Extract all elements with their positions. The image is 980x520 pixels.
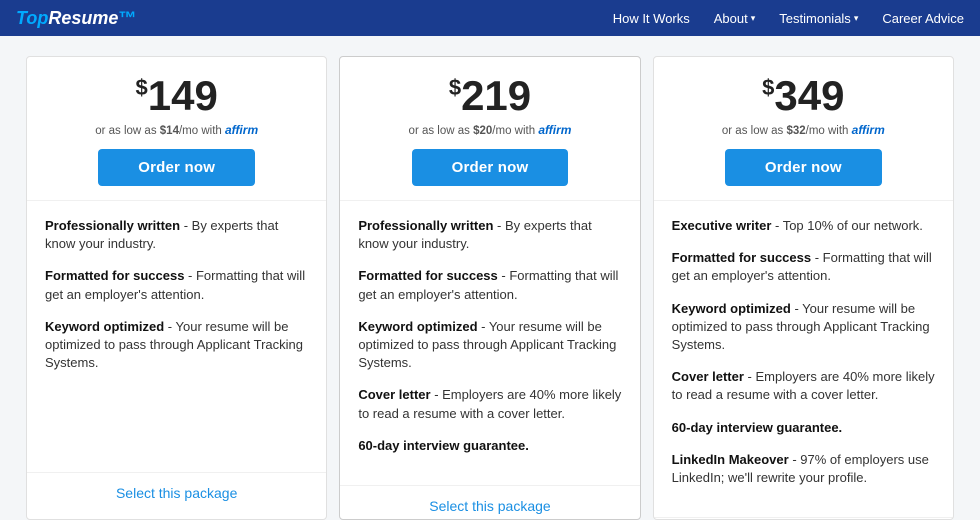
nav-how-it-works-label: How It Works bbox=[613, 11, 690, 26]
nav-about[interactable]: About ▾ bbox=[714, 11, 756, 26]
nav-career-advice-label: Career Advice bbox=[882, 11, 964, 26]
pricing-card-0: $149 or as low as $14/mo with affirm Order… bbox=[26, 56, 327, 520]
feature-item-2-3: Cover letter - Employers are 40% more li… bbox=[672, 368, 935, 404]
brand-logo[interactable]: TopResume™ bbox=[16, 8, 136, 29]
card-features-0: Professionally written - By experts that… bbox=[27, 201, 326, 472]
card-features-1: Professionally written - By experts that… bbox=[340, 201, 639, 485]
chevron-down-icon: ▾ bbox=[751, 13, 756, 24]
card-header-2: $349 or as low as $32/mo with affirm Order… bbox=[654, 57, 953, 201]
nav-how-it-works[interactable]: How It Works bbox=[613, 11, 690, 26]
chevron-down-icon: ▾ bbox=[854, 13, 859, 24]
price-1: $219 bbox=[360, 75, 619, 117]
feature-item-1-1: Formatted for success - Formatting that … bbox=[358, 267, 621, 303]
affirm-line-2: or as low as $32/mo with affirm bbox=[674, 123, 933, 137]
pricing-card-2: $349 or as low as $32/mo with affirm Order… bbox=[653, 56, 954, 520]
nav-testimonials-label: Testimonials bbox=[779, 11, 851, 26]
pricing-card-1: $219 or as low as $20/mo with affirm Order… bbox=[339, 56, 640, 520]
nav-about-label: About bbox=[714, 11, 748, 26]
price-0: $149 bbox=[47, 75, 306, 117]
card-footer-1: Select this package bbox=[340, 485, 639, 520]
nav-career-advice[interactable]: Career Advice bbox=[882, 11, 964, 26]
feature-item-1-2: Keyword optimized - Your resume will be … bbox=[358, 318, 621, 373]
affirm-line-1: or as low as $20/mo with affirm bbox=[360, 123, 619, 137]
card-features-2: Executive writer - Top 10% of our networ… bbox=[654, 201, 953, 517]
card-header-0: $149 or as low as $14/mo with affirm Order… bbox=[27, 57, 326, 201]
select-package-link-1[interactable]: Select this package bbox=[429, 498, 550, 514]
feature-item-2-4: 60-day interview guarantee. bbox=[672, 419, 935, 437]
pricing-container: $149 or as low as $14/mo with affirm Order… bbox=[0, 36, 980, 520]
card-header-1: $219 or as low as $20/mo with affirm Order… bbox=[340, 57, 639, 201]
feature-item-0-0: Professionally written - By experts that… bbox=[45, 217, 308, 253]
select-package-link-0[interactable]: Select this package bbox=[116, 485, 237, 501]
brand-trademark: ™ bbox=[118, 8, 136, 29]
feature-item-1-3: Cover letter - Employers are 40% more li… bbox=[358, 386, 621, 422]
price-2: $349 bbox=[674, 75, 933, 117]
feature-item-0-1: Formatted for success - Formatting that … bbox=[45, 267, 308, 303]
card-footer-0: Select this package bbox=[27, 472, 326, 519]
order-now-button-2[interactable]: Order now bbox=[725, 149, 882, 186]
order-now-button-0[interactable]: Order now bbox=[98, 149, 255, 186]
nav-testimonials[interactable]: Testimonials ▾ bbox=[779, 11, 858, 26]
affirm-line-0: or as low as $14/mo with affirm bbox=[47, 123, 306, 137]
feature-item-2-1: Formatted for success - Formatting that … bbox=[672, 249, 935, 285]
feature-item-2-5: LinkedIn Makeover - 97% of employers use… bbox=[672, 451, 935, 487]
brand-resume: Resume bbox=[48, 8, 118, 29]
brand-top: Top bbox=[16, 8, 48, 29]
nav-links: How It Works About ▾ Testimonials ▾ Care… bbox=[613, 11, 964, 26]
navbar: TopResume™ How It Works About ▾ Testimon… bbox=[0, 0, 980, 36]
feature-item-2-0: Executive writer - Top 10% of our networ… bbox=[672, 217, 935, 235]
feature-item-1-4: 60-day interview guarantee. bbox=[358, 437, 621, 455]
order-now-button-1[interactable]: Order now bbox=[412, 149, 569, 186]
feature-item-0-2: Keyword optimized - Your resume will be … bbox=[45, 318, 308, 373]
feature-item-1-0: Professionally written - By experts that… bbox=[358, 217, 621, 253]
feature-item-2-2: Keyword optimized - Your resume will be … bbox=[672, 300, 935, 355]
